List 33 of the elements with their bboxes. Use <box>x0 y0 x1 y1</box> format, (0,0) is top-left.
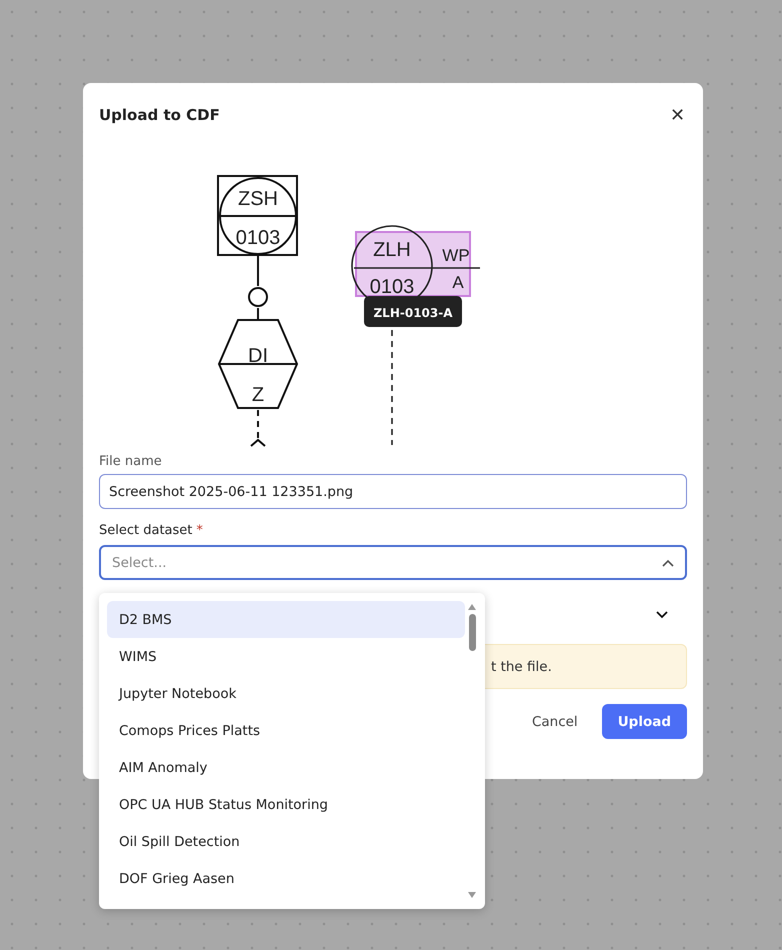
chevron-icon <box>662 558 674 566</box>
chevron-icon[interactable] <box>656 611 668 619</box>
diagram-label: 0103 <box>236 227 280 249</box>
dataset-select[interactable]: Select... <box>99 545 687 580</box>
scroll-up-icon[interactable] <box>467 603 477 611</box>
cancel-button[interactable]: Cancel <box>520 706 590 738</box>
dialog-title: Upload to CDF <box>99 106 220 124</box>
diagram-label: ZSH <box>238 188 278 210</box>
required-mark: * <box>196 523 203 540</box>
diagram-label: DI <box>248 345 268 367</box>
dropdown-option[interactable]: D2 BMS <box>107 601 465 638</box>
dropdown-option[interactable]: AIM Anomaly <box>107 749 465 786</box>
scroll-down-icon[interactable] <box>467 891 477 899</box>
dropdown-option[interactable]: Oil Spill Detection <box>107 823 465 860</box>
warning-text: t the file. <box>491 658 552 674</box>
dropdown-option[interactable]: Jupyter Notebook <box>107 675 465 712</box>
highlight-box[interactable] <box>355 231 471 297</box>
field-label: File name <box>99 454 163 471</box>
field-label: Select dataset <box>99 523 192 540</box>
upload-button[interactable]: Upload <box>602 704 687 739</box>
scrollbar-thumb[interactable] <box>468 614 476 651</box>
diagram-label: A <box>452 273 464 292</box>
tag-tooltip: ZLH-0103-A <box>364 296 462 327</box>
diagram-label: WP <box>442 246 470 265</box>
dropdown-option[interactable]: DOF Grieg Aasen <box>107 860 465 897</box>
dropdown-option[interactable]: OPC UA HUB Status Monitoring <box>107 786 465 823</box>
file-name-field[interactable]: Screenshot 2025-06-11 123351.png <box>99 474 687 509</box>
close-button[interactable]: ✕ <box>666 102 689 128</box>
diagram-label: 0103 <box>370 276 414 298</box>
dropdown-option[interactable]: Comops Prices Platts <box>107 712 465 749</box>
diagram-label: ZLH <box>373 239 411 261</box>
diagram-label: Z <box>252 384 264 406</box>
dropdown-option[interactable]: WIMS <box>107 638 465 675</box>
